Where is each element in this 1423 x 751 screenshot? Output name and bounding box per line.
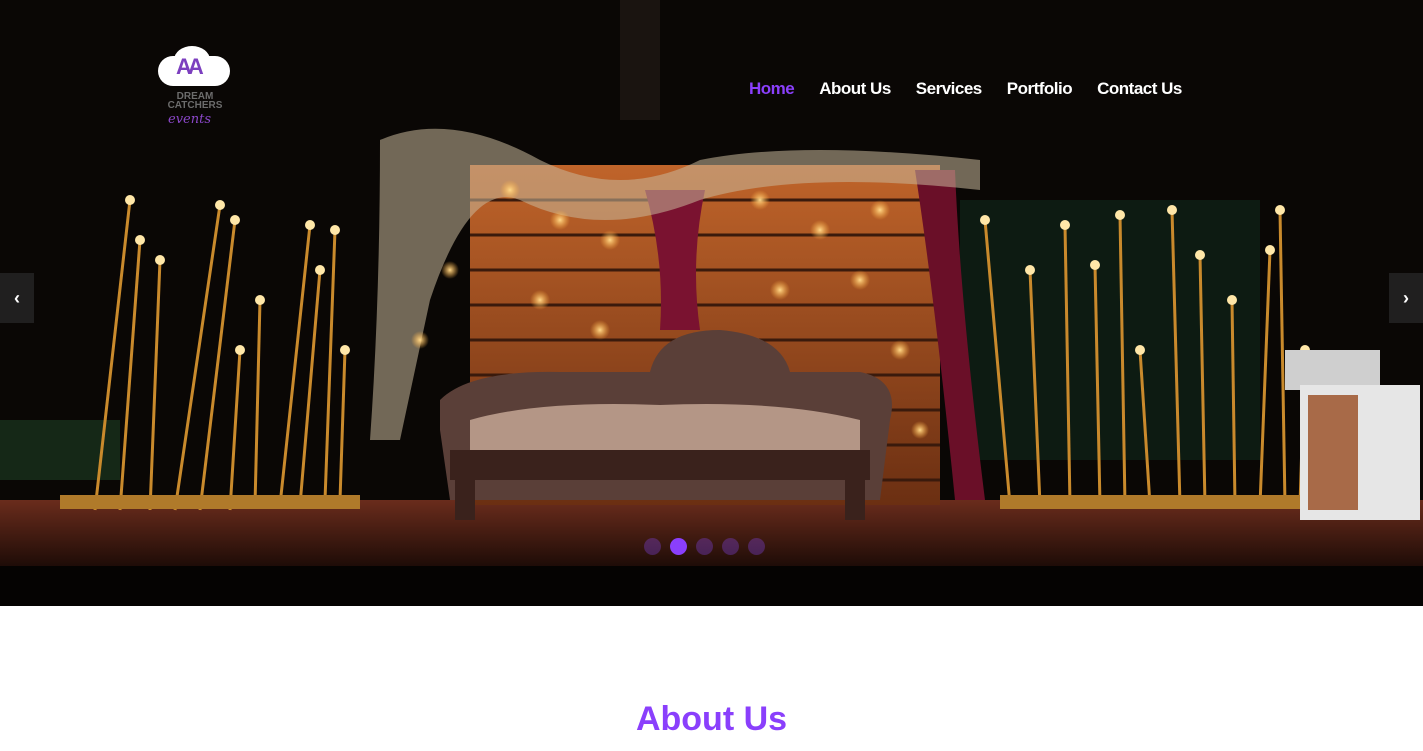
logo-mark: AA [176,54,204,79]
slider-dot-active[interactable] [670,538,687,555]
nav-item-portfolio[interactable]: Portfolio [1007,79,1073,99]
nav-item-services[interactable]: Services [916,79,982,99]
slider-dot[interactable] [696,538,713,555]
slider-pagination [644,538,765,555]
logo-script: events [168,112,211,127]
slider-dot[interactable] [644,538,661,555]
chevron-left-icon: ‹ [14,287,20,308]
brand-logo[interactable]: AA DREAM CATCHERS events [156,46,232,130]
nav-item-about-us[interactable]: About Us [819,79,891,99]
nav-item-home[interactable]: Home [749,79,795,99]
slider-next-button[interactable]: › [1389,273,1423,323]
slider-dot[interactable] [722,538,739,555]
logo-name: DREAM CATCHERS [167,91,223,111]
about-section-title: About Us [635,700,788,738]
slider-dot[interactable] [748,538,765,555]
main-nav: Home About Us Services Portfolio Contact… [749,79,1182,99]
chevron-right-icon: › [1403,287,1409,308]
hero-slider: AA DREAM CATCHERS events Home About Us S… [0,0,1423,606]
slider-prev-button[interactable]: ‹ [0,273,34,323]
nav-item-contact-us[interactable]: Contact Us [1097,79,1182,99]
